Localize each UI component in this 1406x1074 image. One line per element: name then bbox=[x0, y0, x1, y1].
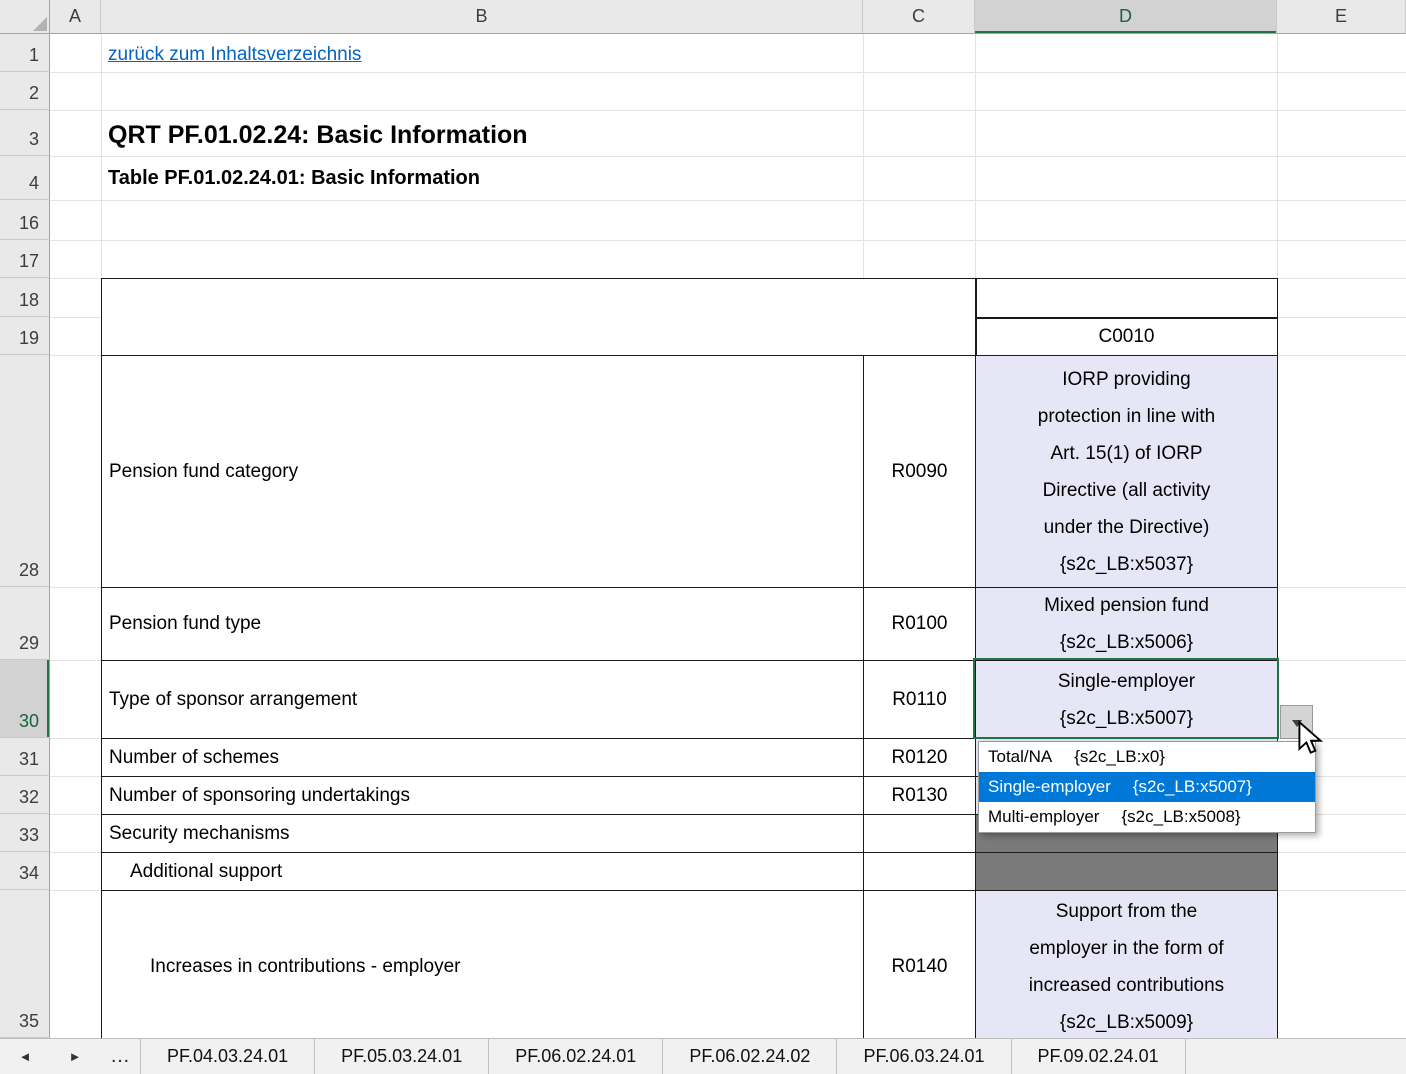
row-label-cell[interactable]: Security mechanisms bbox=[102, 815, 864, 853]
table-header-box: C0010 bbox=[101, 278, 1278, 356]
column-header-b[interactable]: B bbox=[101, 0, 863, 34]
row-header-17[interactable]: 17 bbox=[0, 240, 50, 278]
row-header-2[interactable]: 2 bbox=[0, 72, 50, 110]
value-cell-active[interactable]: Single-employer {s2c_LB:x5007} bbox=[976, 661, 1278, 739]
row-label-cell[interactable]: Increases in contributions - employer bbox=[102, 891, 864, 1038]
row-header-34[interactable]: 34 bbox=[0, 852, 50, 890]
table-row: Pension fund type R0100 Mixed pension fu… bbox=[102, 588, 1278, 661]
value-cell[interactable]: IORP providing protection in line with A… bbox=[976, 356, 1278, 588]
value-cell[interactable]: Mixed pension fund {s2c_LB:x5006} bbox=[976, 588, 1278, 661]
value-cell[interactable]: Support from the employer in the form of… bbox=[976, 891, 1278, 1038]
row-label-cell[interactable]: Pension fund category bbox=[102, 356, 864, 588]
table-subtitle[interactable]: Table PF.01.02.24.01: Basic Information bbox=[108, 156, 480, 200]
row-header-19[interactable]: 19 bbox=[0, 317, 50, 355]
prev-sheet-button[interactable]: ◄ bbox=[0, 1039, 50, 1074]
cell-dropdown-button[interactable] bbox=[1280, 705, 1313, 739]
sheet-tab-pf-06-02-24-01[interactable]: PF.06.02.24.01 bbox=[488, 1039, 662, 1074]
row-code-cell[interactable]: R0090 bbox=[864, 356, 976, 588]
select-all-button[interactable] bbox=[0, 0, 50, 34]
back-to-toc-link[interactable]: zurück zum Inhaltsverzeichnis bbox=[108, 34, 361, 72]
gridline bbox=[975, 34, 976, 278]
gridline bbox=[50, 72, 1406, 73]
option-label: Total/NA bbox=[988, 747, 1052, 767]
row-label-cell[interactable]: Type of sponsor arrangement bbox=[102, 661, 864, 739]
dropdown-option-single-employer[interactable]: Single-employer {s2c_LB:x5007} bbox=[979, 772, 1315, 802]
gridline bbox=[1277, 34, 1278, 278]
table-row: Increases in contributions - employer R0… bbox=[102, 891, 1278, 1038]
option-label: Multi-employer bbox=[988, 807, 1099, 827]
chevron-down-icon bbox=[1292, 720, 1302, 732]
table-row: Type of sponsor arrangement R0110 Single… bbox=[102, 661, 1278, 739]
sheet-tab-pf-09-02-24-01[interactable]: PF.09.02.24.01 bbox=[1011, 1039, 1186, 1074]
row-header-1[interactable]: 1 bbox=[0, 34, 50, 72]
row-code-cell[interactable]: R0130 bbox=[864, 777, 976, 815]
row-header-16[interactable]: 16 bbox=[0, 200, 50, 240]
blocked-cell bbox=[976, 853, 1278, 891]
validation-dropdown-list: Total/NA {s2c_LB:x0} Single-employer {s2… bbox=[978, 741, 1316, 833]
sheet-tab-bar: ◄ ► … PF.04.03.24.01 PF.05.03.24.01 PF.0… bbox=[0, 1038, 1406, 1074]
row-code-cell[interactable]: R0110 bbox=[864, 661, 976, 739]
column-header-e[interactable]: E bbox=[1277, 0, 1406, 34]
sheet-tab-pf-06-03-24-01[interactable]: PF.06.03.24.01 bbox=[836, 1039, 1010, 1074]
gridline bbox=[101, 34, 102, 278]
row-header-31[interactable]: 31 bbox=[0, 738, 50, 776]
row-header-28[interactable]: 28 bbox=[0, 355, 50, 587]
row-header-30[interactable]: 30 bbox=[0, 660, 50, 738]
sheet-tab-pf-05-03-24-01[interactable]: PF.05.03.24.01 bbox=[314, 1039, 488, 1074]
sheet-tab-pf-06-02-24-02[interactable]: PF.06.02.24.02 bbox=[662, 1039, 836, 1074]
row-header-18[interactable]: 18 bbox=[0, 278, 50, 317]
row-header-4[interactable]: 4 bbox=[0, 156, 50, 200]
dropdown-option-total-na[interactable]: Total/NA {s2c_LB:x0} bbox=[979, 742, 1315, 772]
row-code-cell[interactable]: R0100 bbox=[864, 588, 976, 661]
column-code-cell[interactable]: C0010 bbox=[976, 318, 1277, 355]
next-sheet-button[interactable]: ► bbox=[50, 1039, 100, 1074]
row-header-32[interactable]: 32 bbox=[0, 776, 50, 814]
row-code-cell[interactable] bbox=[864, 853, 976, 891]
more-sheets-button[interactable]: … bbox=[100, 1039, 140, 1074]
option-label: Single-employer bbox=[988, 777, 1111, 797]
table-row: Pension fund category R0090 IORP providi… bbox=[102, 356, 1278, 588]
row-code-cell[interactable] bbox=[864, 815, 976, 853]
column-header-c[interactable]: C bbox=[863, 0, 975, 34]
sheet-canvas: zurück zum Inhaltsverzeichnis QRT PF.01.… bbox=[50, 34, 1406, 1038]
data-table: Pension fund category R0090 IORP providi… bbox=[101, 355, 1278, 1038]
option-code: {s2c_LB:x5008} bbox=[1121, 807, 1240, 827]
column-header-strip: A B C D E bbox=[0, 0, 1406, 34]
option-code: {s2c_LB:x5007} bbox=[1133, 777, 1252, 797]
table-row: Additional support bbox=[102, 853, 1278, 891]
row-label-cell[interactable]: Additional support bbox=[102, 853, 864, 891]
row-label-cell[interactable]: Pension fund type bbox=[102, 588, 864, 661]
row-header-33[interactable]: 33 bbox=[0, 814, 50, 852]
sheet-tab-pf-04-03-24-01[interactable]: PF.04.03.24.01 bbox=[140, 1039, 314, 1074]
gridline bbox=[863, 34, 864, 278]
column-header-a[interactable]: A bbox=[50, 0, 101, 34]
row-header-gutter: 1 2 3 4 16 17 18 19 28 29 30 31 32 33 34… bbox=[0, 34, 50, 1038]
row-label-cell[interactable]: Number of sponsoring undertakings bbox=[102, 777, 864, 815]
select-all-icon bbox=[33, 17, 47, 31]
row-header-35[interactable]: 35 bbox=[0, 890, 50, 1038]
dropdown-option-multi-employer[interactable]: Multi-employer {s2c_LB:x5008} bbox=[979, 802, 1315, 832]
page-title[interactable]: QRT PF.01.02.24: Basic Information bbox=[108, 110, 528, 156]
row-code-cell[interactable]: R0120 bbox=[864, 739, 976, 777]
row-header-29[interactable]: 29 bbox=[0, 587, 50, 660]
row-label-cell[interactable]: Number of schemes bbox=[102, 739, 864, 777]
row-header-3[interactable]: 3 bbox=[0, 110, 50, 156]
column-header-d[interactable]: D bbox=[975, 0, 1277, 34]
gridline bbox=[50, 240, 1406, 241]
gridline bbox=[50, 200, 1406, 201]
row-code-cell[interactable]: R0140 bbox=[864, 891, 976, 1038]
option-code: {s2c_LB:x0} bbox=[1074, 747, 1165, 767]
